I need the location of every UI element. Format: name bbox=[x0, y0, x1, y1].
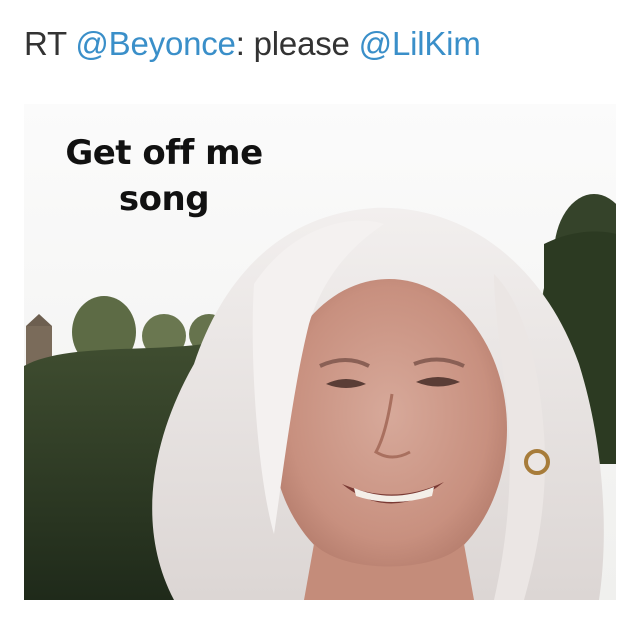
meme-caption: Get off me song bbox=[34, 130, 294, 222]
caption-line-1: Get off me bbox=[65, 133, 263, 173]
meme-photo[interactable]: Get off me song bbox=[24, 104, 616, 600]
tweet-prefix: RT bbox=[24, 25, 67, 62]
mention-lilkim[interactable]: @LilKim bbox=[359, 25, 481, 62]
tweet-text: RT @Beyonce: please @LilKim bbox=[24, 24, 481, 64]
caption-line-2: song bbox=[118, 179, 210, 219]
mention-beyonce[interactable]: @Beyonce bbox=[75, 25, 236, 62]
tweet-middle: : please bbox=[235, 25, 350, 62]
